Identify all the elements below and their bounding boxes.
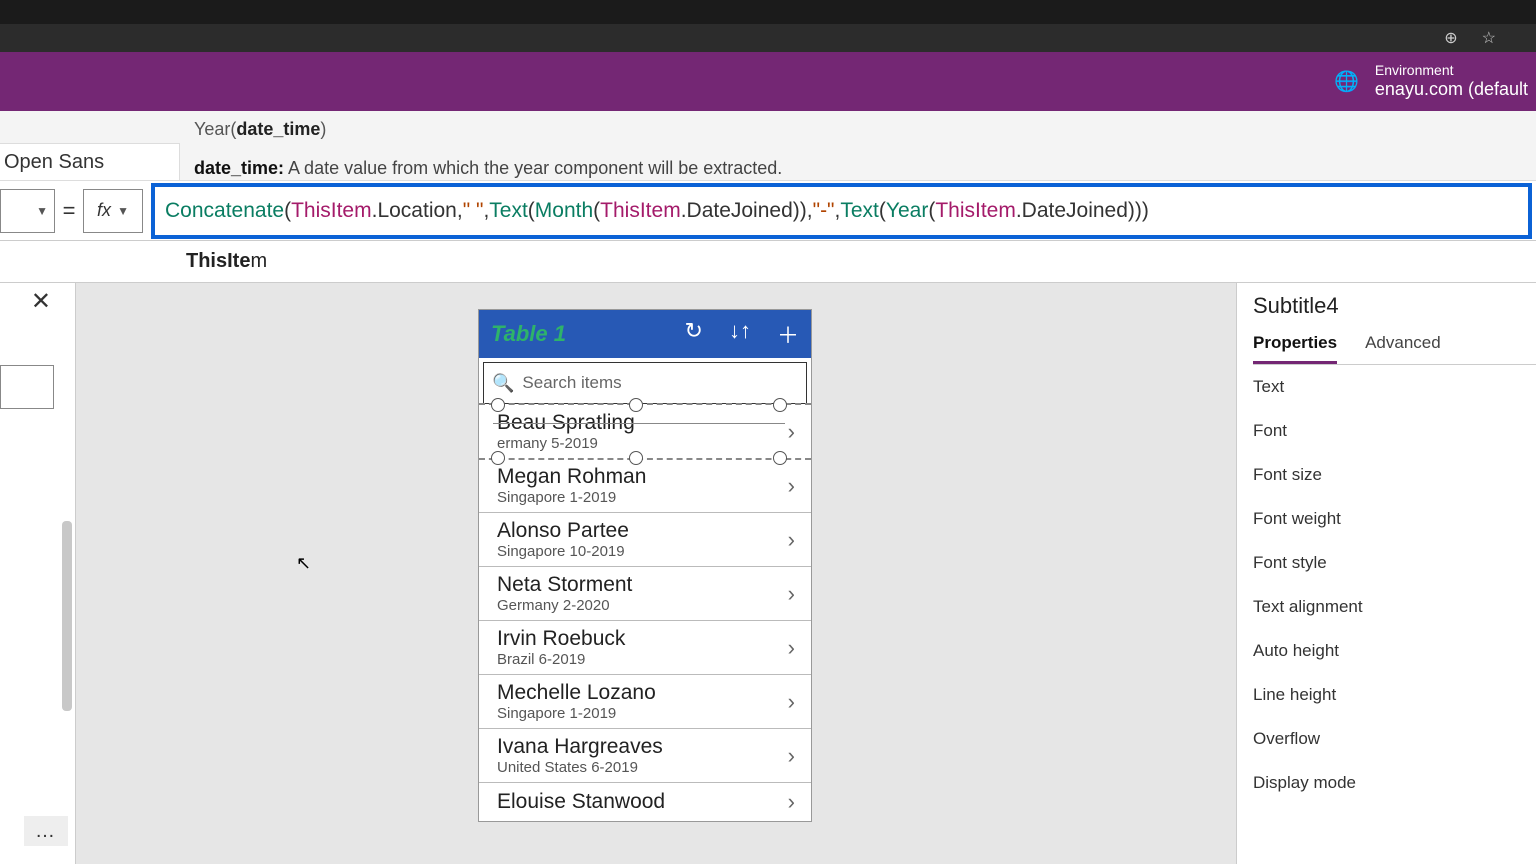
- prop-display-mode[interactable]: Display mode: [1253, 761, 1536, 805]
- item-subtitle: Singapore 10-2019: [497, 543, 788, 560]
- app-header: 🌐 Environment enayu.com (default: [0, 52, 1536, 111]
- item-title: Mechelle Lozano: [497, 681, 788, 705]
- prop-font[interactable]: Font: [1253, 409, 1536, 453]
- list-item[interactable]: Elouise Stanwood ›: [479, 783, 811, 821]
- item-subtitle: Brazil 6-2019: [497, 651, 788, 668]
- gallery-control[interactable]: Table 1 ↻ ↓↑ ＋ 🔍 Search items Beau Sprat…: [478, 309, 812, 822]
- function-signature: Year(date_time): [194, 119, 1522, 140]
- list-item[interactable]: Neta StormentGermany 2-2020 ›: [479, 567, 811, 621]
- prop-font-size[interactable]: Font size: [1253, 453, 1536, 497]
- tab-properties[interactable]: Properties: [1253, 333, 1337, 364]
- property-dropdown[interactable]: ▼: [0, 189, 55, 233]
- chevron-right-icon[interactable]: ›: [788, 581, 795, 607]
- gallery-title: Table 1: [491, 321, 685, 347]
- selected-control-name: Subtitle4: [1253, 293, 1536, 319]
- list-item[interactable]: Ivana HargreavesUnited States 6-2019 ›: [479, 729, 811, 783]
- environment-value: enayu.com (default: [1375, 79, 1528, 101]
- gallery-search[interactable]: 🔍 Search items: [483, 362, 807, 404]
- browser-toolbar: ⊕ ☆: [0, 24, 1536, 52]
- item-title: Elouise Stanwood: [497, 790, 788, 814]
- font-selector[interactable]: Open Sans: [0, 143, 180, 180]
- search-placeholder: Search items: [522, 373, 621, 393]
- chevron-right-icon[interactable]: ›: [788, 743, 795, 769]
- environment-label: Environment: [1375, 62, 1528, 79]
- list-item[interactable]: Mechelle LozanoSingapore 1-2019 ›: [479, 675, 811, 729]
- gallery-header: Table 1 ↻ ↓↑ ＋: [479, 310, 811, 358]
- zoom-icon[interactable]: ⊕: [1444, 28, 1457, 48]
- prop-text[interactable]: Text: [1253, 365, 1536, 409]
- search-box[interactable]: [0, 365, 54, 409]
- formula-input[interactable]: Concatenate(ThisItem.Location, " ", Text…: [151, 183, 1532, 239]
- prop-line-height[interactable]: Line height: [1253, 673, 1536, 717]
- item-subtitle: ermany 5-2019: [497, 435, 788, 452]
- chevron-right-icon[interactable]: ›: [788, 527, 795, 553]
- item-subtitle: United States 6-2019: [497, 759, 788, 776]
- fx-label: fx: [97, 200, 111, 221]
- item-title: Irvin Roebuck: [497, 627, 788, 651]
- chevron-right-icon[interactable]: ›: [788, 635, 795, 661]
- cursor-icon: ↖: [296, 553, 311, 574]
- prop-font-style[interactable]: Font style: [1253, 541, 1536, 585]
- item-title: Ivana Hargreaves: [497, 735, 788, 759]
- chevron-right-icon[interactable]: ›: [788, 473, 795, 499]
- browser-tabs-bar: [0, 0, 1536, 24]
- workspace: ✕ … ↖ Table 1 ↻ ↓↑ ＋ 🔍 Search items: [0, 283, 1536, 864]
- list-item[interactable]: Megan RohmanSingapore 1-2019 ›: [479, 459, 811, 513]
- list-item[interactable]: Irvin RoebuckBrazil 6-2019 ›: [479, 621, 811, 675]
- props-tabs: Properties Advanced: [1253, 333, 1536, 365]
- more-button[interactable]: …: [24, 816, 68, 846]
- tree-panel: ✕ …: [0, 283, 76, 864]
- list-item[interactable]: Beau Spratling ermany 5-2019 ›: [479, 403, 811, 460]
- equals-sign: =: [55, 198, 83, 224]
- refresh-icon[interactable]: ↻: [685, 318, 703, 350]
- item-title: Megan Rohman: [497, 465, 788, 489]
- prop-auto-height[interactable]: Auto height: [1253, 629, 1536, 673]
- tab-advanced[interactable]: Advanced: [1365, 333, 1441, 364]
- item-subtitle: Singapore 1-2019: [497, 489, 788, 506]
- list-item[interactable]: Alonso ParteeSingapore 10-2019 ›: [479, 513, 811, 567]
- item-title: Alonso Partee: [497, 519, 788, 543]
- search-icon: 🔍: [492, 373, 514, 394]
- chevron-right-icon[interactable]: ›: [788, 789, 795, 815]
- properties-panel: Subtitle4 Properties Advanced Text Font …: [1236, 283, 1536, 864]
- ribbon: Open Sans Year(date_time) date_time: A d…: [0, 111, 1536, 181]
- item-subtitle: Germany 2-2020: [497, 597, 788, 614]
- environment-block[interactable]: 🌐 Environment enayu.com (default: [1334, 62, 1528, 100]
- prop-overflow[interactable]: Overflow: [1253, 717, 1536, 761]
- intellisense-suggest[interactable]: ThisItem: [0, 241, 1536, 283]
- fx-button[interactable]: fx ▼: [83, 189, 143, 233]
- sort-icon[interactable]: ↓↑: [729, 318, 751, 350]
- canvas[interactable]: ↖ Table 1 ↻ ↓↑ ＋ 🔍 Search items Beau Spr…: [76, 283, 1236, 864]
- scrollbar[interactable]: [62, 521, 72, 711]
- function-help: date_time: A date value from which the y…: [194, 158, 1522, 179]
- item-subtitle: Singapore 1-2019: [497, 705, 788, 722]
- item-title: Neta Storment: [497, 573, 788, 597]
- prop-font-weight[interactable]: Font weight: [1253, 497, 1536, 541]
- chevron-right-icon[interactable]: ›: [788, 689, 795, 715]
- add-icon[interactable]: ＋: [777, 318, 799, 350]
- star-icon[interactable]: ☆: [1482, 28, 1496, 48]
- chevron-down-icon: ▼: [117, 204, 129, 218]
- formula-bar: ▼ = fx ▼ Concatenate(ThisItem.Location, …: [0, 181, 1536, 241]
- prop-text-align[interactable]: Text alignment: [1253, 585, 1536, 629]
- close-icon[interactable]: ✕: [31, 287, 51, 316]
- chevron-down-icon: ▼: [36, 204, 48, 218]
- globe-icon: 🌐: [1334, 69, 1359, 94]
- chevron-right-icon[interactable]: ›: [788, 419, 795, 445]
